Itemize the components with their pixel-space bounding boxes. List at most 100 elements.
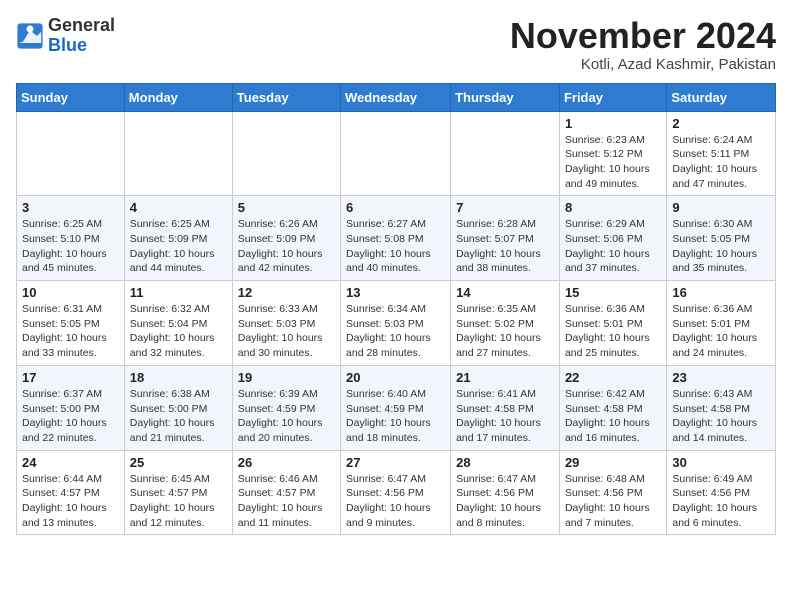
calendar-cell: 30 Sunrise: 6:49 AM Sunset: 4:56 PM Dayli…: [667, 450, 776, 535]
day-info: Sunrise: 6:44 AM Sunset: 4:57 PM Dayligh…: [22, 472, 119, 531]
day-number: 15: [565, 285, 661, 300]
day-number: 14: [456, 285, 554, 300]
day-info: Sunrise: 6:42 AM Sunset: 4:58 PM Dayligh…: [565, 387, 661, 446]
day-info: Sunrise: 6:27 AM Sunset: 5:08 PM Dayligh…: [346, 217, 445, 276]
calendar-cell: [232, 111, 340, 196]
day-info: Sunrise: 6:36 AM Sunset: 5:01 PM Dayligh…: [672, 302, 770, 361]
day-info: Sunrise: 6:28 AM Sunset: 5:07 PM Dayligh…: [456, 217, 554, 276]
day-info: Sunrise: 6:31 AM Sunset: 5:05 PM Dayligh…: [22, 302, 119, 361]
day-info: Sunrise: 6:23 AM Sunset: 5:12 PM Dayligh…: [565, 133, 661, 192]
day-info: Sunrise: 6:32 AM Sunset: 5:04 PM Dayligh…: [130, 302, 227, 361]
calendar-cell: [341, 111, 451, 196]
day-info: Sunrise: 6:25 AM Sunset: 5:09 PM Dayligh…: [130, 217, 227, 276]
calendar-cell: 3 Sunrise: 6:25 AM Sunset: 5:10 PM Daylig…: [17, 196, 125, 281]
day-number: 13: [346, 285, 445, 300]
day-number: 9: [672, 200, 770, 215]
day-number: 29: [565, 455, 661, 470]
day-number: 18: [130, 370, 227, 385]
day-number: 26: [238, 455, 335, 470]
calendar-cell: 29 Sunrise: 6:48 AM Sunset: 4:56 PM Dayli…: [559, 450, 666, 535]
calendar-cell: 4 Sunrise: 6:25 AM Sunset: 5:09 PM Daylig…: [124, 196, 232, 281]
day-number: 12: [238, 285, 335, 300]
day-number: 10: [22, 285, 119, 300]
day-info: Sunrise: 6:35 AM Sunset: 5:02 PM Dayligh…: [456, 302, 554, 361]
day-number: 7: [456, 200, 554, 215]
calendar-cell: 14 Sunrise: 6:35 AM Sunset: 5:02 PM Dayli…: [451, 281, 560, 366]
day-number: 19: [238, 370, 335, 385]
weekday-header-thursday: Thursday: [451, 83, 560, 111]
calendar-cell: [451, 111, 560, 196]
day-info: Sunrise: 6:37 AM Sunset: 5:00 PM Dayligh…: [22, 387, 119, 446]
weekday-header-saturday: Saturday: [667, 83, 776, 111]
logo-general: General: [48, 15, 115, 35]
title-area: November 2024 Kotli, Azad Kashmir, Pakis…: [510, 16, 776, 73]
week-row-2: 10 Sunrise: 6:31 AM Sunset: 5:05 PM Dayli…: [17, 281, 776, 366]
day-info: Sunrise: 6:25 AM Sunset: 5:10 PM Dayligh…: [22, 217, 119, 276]
calendar-cell: 6Sunrise: 6:27 AM Sunset: 5:08 PM Daylig…: [341, 196, 451, 281]
calendar-cell: 26 Sunrise: 6:46 AM Sunset: 4:57 PM Dayli…: [232, 450, 340, 535]
calendar-table: SundayMondayTuesdayWednesdayThursdayFrid…: [16, 83, 776, 536]
day-info: Sunrise: 6:45 AM Sunset: 4:57 PM Dayligh…: [130, 472, 227, 531]
day-info: Sunrise: 6:47 AM Sunset: 4:56 PM Dayligh…: [456, 472, 554, 531]
day-info: Sunrise: 6:29 AM Sunset: 5:06 PM Dayligh…: [565, 217, 661, 276]
calendar-cell: 5Sunrise: 6:26 AM Sunset: 5:09 PM Daylig…: [232, 196, 340, 281]
calendar-cell: 22 Sunrise: 6:42 AM Sunset: 4:58 PM Dayli…: [559, 365, 666, 450]
calendar-cell: 18 Sunrise: 6:38 AM Sunset: 5:00 PM Dayli…: [124, 365, 232, 450]
day-number: 3: [22, 200, 119, 215]
day-info: Sunrise: 6:41 AM Sunset: 4:58 PM Dayligh…: [456, 387, 554, 446]
day-number: 22: [565, 370, 661, 385]
weekday-header-friday: Friday: [559, 83, 666, 111]
calendar-cell: 2 Sunrise: 6:24 AM Sunset: 5:11 PM Daylig…: [667, 111, 776, 196]
day-info: Sunrise: 6:48 AM Sunset: 4:56 PM Dayligh…: [565, 472, 661, 531]
day-number: 17: [22, 370, 119, 385]
day-number: 23: [672, 370, 770, 385]
calendar-cell: 27 Sunrise: 6:47 AM Sunset: 4:56 PM Dayli…: [341, 450, 451, 535]
calendar-cell: 1 Sunrise: 6:23 AM Sunset: 5:12 PM Daylig…: [559, 111, 666, 196]
calendar-cell: 10 Sunrise: 6:31 AM Sunset: 5:05 PM Dayli…: [17, 281, 125, 366]
day-number: 2: [672, 116, 770, 131]
day-info: Sunrise: 6:49 AM Sunset: 4:56 PM Dayligh…: [672, 472, 770, 531]
day-info: Sunrise: 6:36 AM Sunset: 5:01 PM Dayligh…: [565, 302, 661, 361]
calendar-cell: 23 Sunrise: 6:43 AM Sunset: 4:58 PM Dayli…: [667, 365, 776, 450]
day-info: Sunrise: 6:43 AM Sunset: 4:58 PM Dayligh…: [672, 387, 770, 446]
weekday-header-row: SundayMondayTuesdayWednesdayThursdayFrid…: [17, 83, 776, 111]
day-number: 1: [565, 116, 661, 131]
day-number: 30: [672, 455, 770, 470]
day-number: 28: [456, 455, 554, 470]
week-row-1: 3 Sunrise: 6:25 AM Sunset: 5:10 PM Daylig…: [17, 196, 776, 281]
day-number: 4: [130, 200, 227, 215]
calendar-cell: 8 Sunrise: 6:29 AM Sunset: 5:06 PM Daylig…: [559, 196, 666, 281]
header: General Blue November 2024 Kotli, Azad K…: [16, 16, 776, 73]
calendar-cell: 11 Sunrise: 6:32 AM Sunset: 5:04 PM Dayli…: [124, 281, 232, 366]
calendar-cell: 12Sunrise: 6:33 AM Sunset: 5:03 PM Dayli…: [232, 281, 340, 366]
weekday-header-tuesday: Tuesday: [232, 83, 340, 111]
week-row-4: 24Sunrise: 6:44 AM Sunset: 4:57 PM Dayli…: [17, 450, 776, 535]
day-number: 11: [130, 285, 227, 300]
logo-blue: Blue: [48, 35, 87, 55]
day-info: Sunrise: 6:47 AM Sunset: 4:56 PM Dayligh…: [346, 472, 445, 531]
day-number: 16: [672, 285, 770, 300]
logo: General Blue: [16, 16, 115, 56]
week-row-3: 17 Sunrise: 6:37 AM Sunset: 5:00 PM Dayli…: [17, 365, 776, 450]
month-title: November 2024: [510, 16, 776, 56]
day-info: Sunrise: 6:39 AM Sunset: 4:59 PM Dayligh…: [238, 387, 335, 446]
calendar-cell: 9 Sunrise: 6:30 AM Sunset: 5:05 PM Daylig…: [667, 196, 776, 281]
day-info: Sunrise: 6:40 AM Sunset: 4:59 PM Dayligh…: [346, 387, 445, 446]
day-number: 27: [346, 455, 445, 470]
calendar-cell: 19 Sunrise: 6:39 AM Sunset: 4:59 PM Dayli…: [232, 365, 340, 450]
day-number: 8: [565, 200, 661, 215]
calendar-cell: 17 Sunrise: 6:37 AM Sunset: 5:00 PM Dayli…: [17, 365, 125, 450]
calendar-cell: [17, 111, 125, 196]
calendar-cell: 20Sunrise: 6:40 AM Sunset: 4:59 PM Dayli…: [341, 365, 451, 450]
day-info: Sunrise: 6:30 AM Sunset: 5:05 PM Dayligh…: [672, 217, 770, 276]
week-row-0: 1 Sunrise: 6:23 AM Sunset: 5:12 PM Daylig…: [17, 111, 776, 196]
day-info: Sunrise: 6:24 AM Sunset: 5:11 PM Dayligh…: [672, 133, 770, 192]
calendar-cell: [124, 111, 232, 196]
weekday-header-monday: Monday: [124, 83, 232, 111]
calendar-cell: 15 Sunrise: 6:36 AM Sunset: 5:01 PM Dayli…: [559, 281, 666, 366]
day-info: Sunrise: 6:38 AM Sunset: 5:00 PM Dayligh…: [130, 387, 227, 446]
day-info: Sunrise: 6:46 AM Sunset: 4:57 PM Dayligh…: [238, 472, 335, 531]
location-title: Kotli, Azad Kashmir, Pakistan: [510, 56, 776, 73]
calendar-cell: 28 Sunrise: 6:47 AM Sunset: 4:56 PM Dayli…: [451, 450, 560, 535]
calendar-cell: 21Sunrise: 6:41 AM Sunset: 4:58 PM Dayli…: [451, 365, 560, 450]
